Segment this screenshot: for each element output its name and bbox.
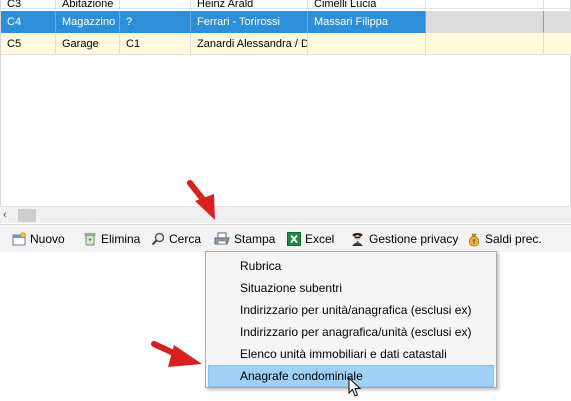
trash-icon [84,233,96,246]
menu-item-elenco-unita-immobiliari[interactable]: Elenco unità immobiliari e dati catastal… [208,343,494,365]
menu-item-situazione-subentri[interactable]: Situazione subentri [208,277,494,299]
menu-item-indirizzario-unita-anagrafica[interactable]: Indirizzario per unità/anagrafica (esclu… [208,299,494,321]
new-record-icon [12,232,26,246]
elimina-button[interactable]: Elimina [83,230,140,248]
gestione-privacy-label: Gestione privacy [369,232,459,246]
cell-code: C3 [1,0,56,9]
cell-type: Garage [56,33,120,55]
cell-extra [426,11,544,33]
cell-code: C4 [1,11,56,33]
cell-tenant [308,33,426,55]
cell-type: Abitazione [56,0,120,9]
cell-owner: Zanardi Alessandra / Do [191,33,308,55]
stampa-dropdown-menu: Rubrica Situazione subentri Indirizzario… [205,251,497,388]
horizontal-scrollbar[interactable]: ‹ [0,206,571,223]
cell-extra [426,33,544,55]
annotation-arrow-stampa-icon [187,180,215,220]
cell-owner: Heinz Arald [191,0,308,9]
menu-item-indirizzario-anagrafica-unita[interactable]: Indirizzario per anagrafica/unità (esclu… [208,321,494,343]
cell-type: Magazzino [56,11,120,33]
scrollbar-thumb[interactable] [18,209,36,222]
saldi-prec-label: Saldi prec. [485,232,542,246]
nuovo-label: Nuovo [30,232,65,246]
privacy-agent-icon [352,232,363,246]
cell-extra2 [544,33,571,55]
cell-sub [120,0,191,9]
annotation-arrow-menu-icon [151,341,202,367]
excel-label: Excel [305,232,335,246]
table-row[interactable]: C5 Garage C1 Zanardi Alessandra / Do [1,33,571,55]
menu-item-rubrica[interactable]: Rubrica [208,255,494,277]
cerca-button[interactable]: Cerca [151,230,201,248]
elimina-label: Elimina [101,232,141,246]
magnifier-icon [151,232,165,246]
cell-code: C5 [1,33,56,55]
cell-tenant: Massari Filippa [308,11,426,33]
cell-tenant: Cimelli Lucia [308,0,426,9]
cell-sub: C1 [120,33,191,55]
money-bag-icon [468,233,480,246]
cell-owner: Ferrari - Torirossi [191,11,308,33]
cell-sub: ? [120,11,191,33]
saldi-prec-button[interactable]: Saldi prec. [467,230,542,248]
cell-extra [426,0,544,9]
stampa-button[interactable]: Stampa [214,230,275,248]
cell-extra2 [544,0,571,9]
excel-button[interactable]: Excel [287,230,334,248]
bottom-toolbar: Nuovo Elimina Cerca Stampa Excel Gestion… [0,224,571,252]
mouse-cursor-icon [348,377,362,397]
excel-icon [287,232,301,246]
printer-icon [214,232,230,245]
stampa-label: Stampa [234,232,276,246]
nuovo-button[interactable]: Nuovo [12,230,65,248]
cerca-label: Cerca [169,232,202,246]
cell-extra2 [544,11,571,33]
scroll-left-arrow-icon[interactable]: ‹ [3,209,15,221]
gestione-privacy-button[interactable]: Gestione privacy [350,230,458,248]
table-row-selected[interactable]: C4 Magazzino ? Ferrari - Torirossi Massa… [1,11,571,33]
units-grid: C3 Abitazione Heinz Arald Cimelli Lucia … [0,0,571,206]
